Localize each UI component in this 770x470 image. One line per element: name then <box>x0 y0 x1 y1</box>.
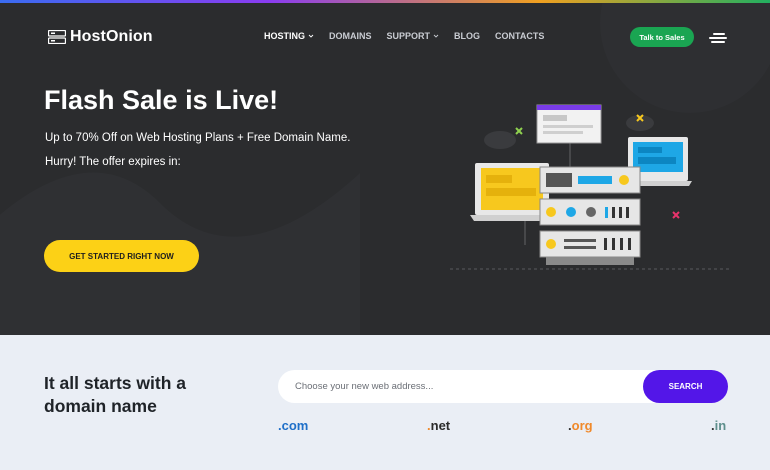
nav-support[interactable]: SUPPORT <box>387 31 440 41</box>
site-logo[interactable]: HostOnion <box>48 28 153 46</box>
nav-domains[interactable]: DOMAINS <box>329 31 372 41</box>
chevron-down-icon <box>308 34 314 38</box>
hero-subtitle: Up to 70% Off on Web Hosting Plans + Fre… <box>45 132 351 144</box>
server-logo-icon <box>48 30 66 44</box>
nav-blog[interactable]: BLOG <box>454 31 480 41</box>
get-started-button[interactable]: GET STARTED RIGHT NOW <box>44 240 199 272</box>
nav-label: BLOG <box>454 31 481 41</box>
chevron-down-icon <box>433 34 439 38</box>
nav-label: CONTACTS <box>495 31 545 41</box>
tld-com[interactable]: .com <box>278 418 308 433</box>
tld-label: in <box>714 418 727 433</box>
server-hosting-illustration <box>450 104 730 270</box>
domain-search-input[interactable] <box>278 370 648 403</box>
tld-org[interactable]: .org <box>568 418 593 433</box>
domain-heading: It all starts with a domain name <box>44 373 186 416</box>
hero-section: HostOnion HOSTING DOMAINS SUPPORT BLOG C… <box>0 3 770 335</box>
tld-label: org <box>571 418 593 433</box>
server-rack-icon <box>539 166 641 265</box>
nav-label: HOSTING <box>264 31 306 41</box>
offer-timer-text: Hurry! The offer expires in: <box>45 156 181 168</box>
nav-label: DOMAINS <box>329 31 372 41</box>
nav-contacts[interactable]: CONTACTS <box>495 31 544 41</box>
nav-hosting[interactable]: HOSTING <box>264 31 314 41</box>
domain-search-bar: SEARCH <box>278 370 728 403</box>
browser-window-icon <box>536 104 602 144</box>
hero-title: Flash Sale is Live! <box>44 85 279 115</box>
logo-text: HostOnion <box>70 28 153 45</box>
tld-in[interactable]: .in <box>711 418 726 433</box>
tld-label: com <box>281 418 309 433</box>
tld-net[interactable]: .net <box>427 418 450 433</box>
main-nav: HOSTING DOMAINS SUPPORT BLOG CONTACTS <box>264 31 544 41</box>
tld-label: net <box>430 418 451 433</box>
nav-label: SUPPORT <box>386 31 431 41</box>
talk-to-sales-button[interactable]: Talk to Sales <box>630 27 694 47</box>
search-button[interactable]: SEARCH <box>643 370 728 403</box>
hamburger-icon[interactable] <box>709 31 727 45</box>
